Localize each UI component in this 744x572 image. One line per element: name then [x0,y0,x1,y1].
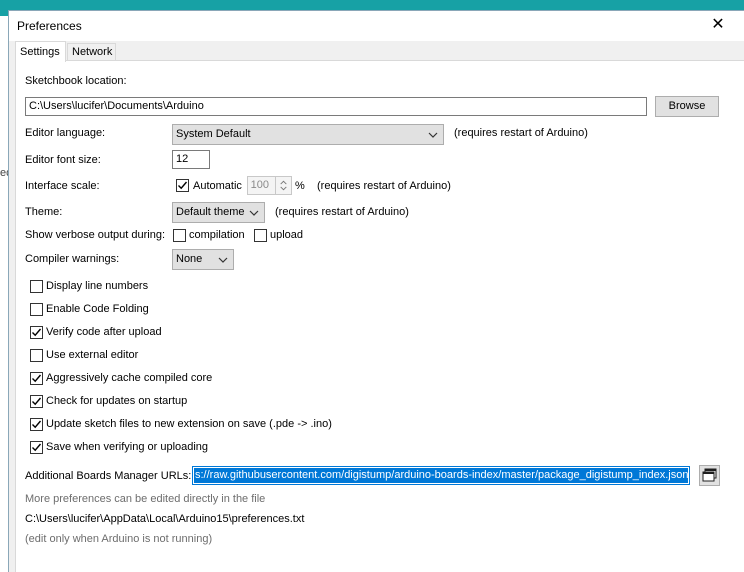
checkmark-icon [178,181,188,190]
option-checkbox-check-updates[interactable] [30,395,43,408]
checkmark-icon [32,420,42,429]
automatic-label: Automatic [193,180,242,192]
close-icon[interactable]: ✕ [709,16,727,34]
settings-panel: Sketchbook location: C:\Users\lucifer\Do… [15,60,744,572]
editor-language-select[interactable]: System Default [172,124,444,145]
window-title: Preferences [17,19,82,33]
boards-urls-value: s://raw.githubusercontent.com/digistump/… [194,468,689,483]
compilation-label: compilation [189,229,245,241]
checkmark-icon [32,328,42,337]
option-label-display-line-numbers: Display line numbers [46,280,149,292]
prefs-path: C:\Users\lucifer\AppData\Local\Arduino15… [25,513,305,525]
option-checkbox-save-verifying[interactable] [30,441,43,454]
interface-scale-value: 100 [250,179,269,191]
interface-scale-spinner[interactable]: 100 [247,176,292,195]
interface-scale-note: (requires restart of Arduino) [317,180,451,192]
editor-font-size-field[interactable]: 12 [172,150,210,169]
background-partial-text: ed [0,167,8,179]
theme-value: Default theme [176,206,245,218]
option-checkbox-cache-core[interactable] [30,372,43,385]
theme-note: (requires restart of Arduino) [275,206,409,218]
compiler-warnings-label: Compiler warnings: [25,253,120,265]
interface-scale-label: Interface scale: [25,180,100,192]
editor-language-value: System Default [176,128,251,140]
option-label-external-editor: Use external editor [46,349,139,361]
option-label-update-extension: Update sketch files to new extension on … [46,418,332,430]
editor-font-size-label: Editor font size: [25,154,101,166]
option-checkbox-verify-code[interactable] [30,326,43,339]
edit-note: (edit only when Arduino is not running) [25,533,213,545]
option-label-save-verifying: Save when verifying or uploading [46,441,209,453]
windows-icon [702,468,717,482]
editor-language-label: Editor language: [25,127,106,139]
interface-scale-unit: % [295,180,305,192]
option-checkbox-display-line-numbers[interactable] [30,280,43,293]
preferences-dialog: Preferences ✕ Settings Network Sketchboo… [8,10,744,572]
more-prefs-note: More preferences can be edited directly … [25,493,266,505]
boards-urls-field[interactable]: s://raw.githubusercontent.com/digistump/… [192,466,690,485]
option-label-check-updates: Check for updates on startup [46,395,188,407]
verbose-label: Show verbose output during: [25,229,166,241]
upload-checkbox[interactable] [254,229,267,242]
upload-label: upload [270,229,304,241]
theme-label: Theme: [25,206,63,218]
compiler-warnings-value: None [176,253,203,265]
checkmark-icon [32,443,42,452]
compiler-warnings-select[interactable]: None [172,249,234,270]
spinner-arrows-icon[interactable] [275,177,291,194]
automatic-checkbox[interactable] [176,179,189,192]
editor-language-note: (requires restart of Arduino) [454,127,588,139]
compilation-checkbox[interactable] [173,229,186,242]
chevron-down-icon [249,210,259,216]
checkmark-icon [32,374,42,383]
sketchbook-location-field[interactable]: C:\Users\lucifer\Documents\Arduino [25,97,647,116]
background-window [0,16,8,572]
option-label-cache-core: Aggressively cache compiled core [46,372,213,384]
option-label-verify-code: Verify code after upload [46,326,162,338]
option-label-enable-code-folding: Enable Code Folding [46,303,149,315]
checkmark-icon [32,397,42,406]
browse-button[interactable]: Browse [655,96,719,117]
option-checkbox-enable-code-folding[interactable] [30,303,43,316]
sketchbook-label: Sketchbook location: [25,75,127,87]
chevron-down-icon [428,132,438,138]
option-checkbox-update-extension[interactable] [30,418,43,431]
boards-urls-label: Additional Boards Manager URLs: [25,470,192,482]
tab-network[interactable]: Network [67,43,116,61]
tab-settings[interactable]: Settings [15,41,66,62]
chevron-down-icon [218,257,228,263]
title-bar: Preferences ✕ [9,11,744,41]
option-checkbox-external-editor[interactable] [30,349,43,362]
edit-urls-button[interactable] [699,465,720,486]
theme-select[interactable]: Default theme [172,202,265,223]
